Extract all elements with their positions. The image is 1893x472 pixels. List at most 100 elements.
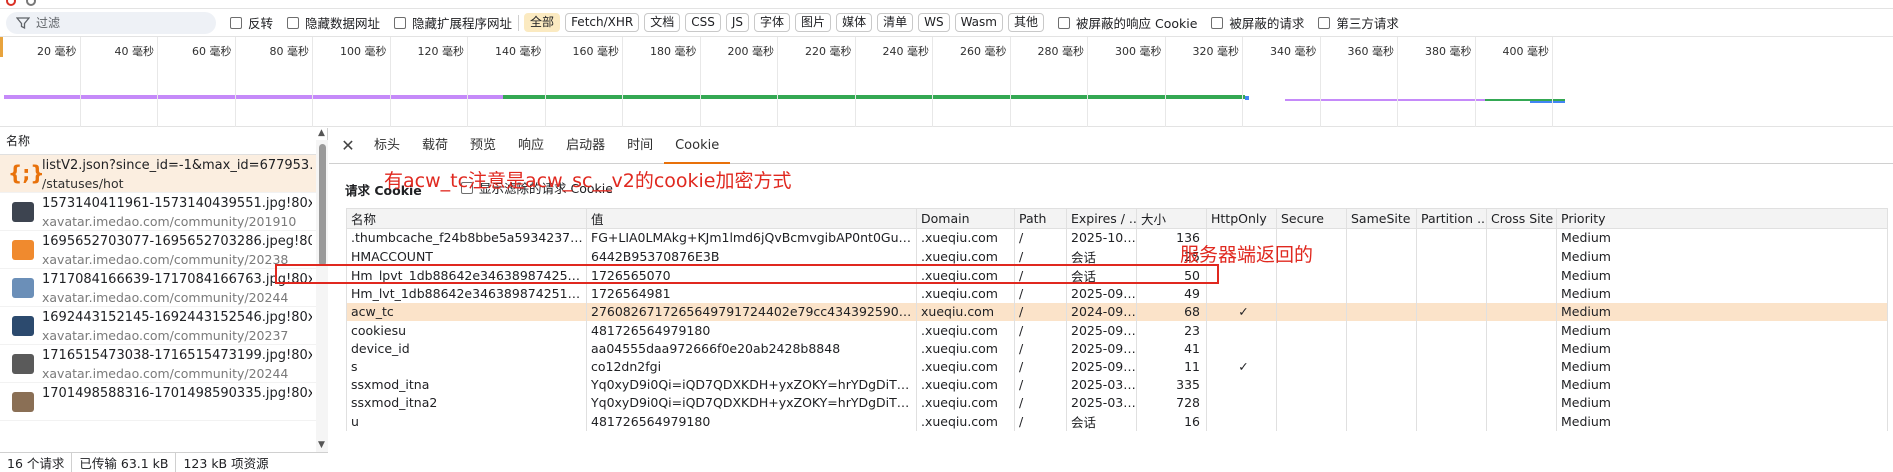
type-filter-4[interactable]: JS [725,13,750,32]
cookie-cell: 11 [1136,357,1207,376]
request-row[interactable]: 1701498588316-1701498590335.jpg!80x... [0,383,327,421]
record-icon[interactable] [6,0,16,6]
tab-0[interactable]: 标头 [363,128,411,164]
type-filter-2[interactable]: 文档 [644,13,681,32]
cookie-cell [1346,284,1417,303]
type-filter-11[interactable]: 其他 [1007,13,1044,32]
cookie-row[interactable]: u 481726564979180 .xueqiu.com / 会话 16 Medium [346,412,1888,431]
tab-2[interactable]: 预览 [459,128,507,164]
cookie-cell: Yq0xyD9i0Qi=iQD7QDXKDH+yxZOKY=hrYDgDiTn+… [586,375,917,394]
type-filter-8[interactable]: 清单 [877,13,914,32]
network-timeline[interactable]: 20 毫秒 40 毫秒 60 毫秒 80 毫秒 100 毫秒 120 毫秒 140 毫秒 16… [0,37,1893,127]
checkbox-icon[interactable] [287,16,300,29]
timeline-tick-label: 40 毫秒 [114,45,155,58]
checkbox-icon[interactable] [1211,16,1224,29]
checkbox-icon[interactable] [1318,16,1331,29]
cookie-row[interactable]: cookiesu 481726564979180 .xueqiu.com/2025-… [346,321,1888,340]
cookie-cell: Medium [1556,302,1888,322]
cookie-cell: Medium [1556,284,1888,303]
tab-5[interactable]: 时间 [616,128,664,164]
cookie-cell [1206,339,1277,358]
filter-option-2[interactable]: 隐藏扩展程序网址 [394,13,512,32]
scrollbar-thumb[interactable] [319,144,326,266]
cookie-row[interactable]: ssxmod_itna Yq0xyD9i0Qi=iQD7QDXKDH+yxZOKY… [346,375,1888,394]
column-header[interactable]: HttpOnly [1206,208,1277,229]
type-filter-1[interactable]: Fetch/XHR [565,13,640,32]
cookie-cell [1276,284,1347,303]
cookie-cell [1416,284,1487,303]
column-header[interactable]: Partition ... [1416,208,1487,229]
type-filter-5[interactable]: 字体 [754,13,791,32]
filter-input[interactable]: 过滤 [6,11,216,34]
cookie-row[interactable]: .thumbcache_f24b8bbe5a5934237bbc0ed...FG… [346,228,1888,247]
request-row[interactable]: 1573140411961-1573140439551.jpg!80x... xa… [0,193,327,231]
request-list-header[interactable]: 名称 [0,128,327,155]
cookie-cell: acw_tc [346,302,587,322]
filter-option-label: 隐藏数据网址 [305,16,381,31]
request-name: 1695652703077-1695652703286.jpeg!80... [42,234,312,249]
timeline-tick: 120 毫秒 [418,37,468,127]
cookie-cell: 2760826717265649791724402e79cc4343925904… [586,302,917,322]
request-row[interactable]: 1692443152145-1692443152546.jpg!80x... xa… [0,307,327,345]
cookie-cell [1276,265,1347,285]
cookie-row[interactable]: acw_tc 2760826717265649791724402e79cc4343… [346,302,1888,322]
checkbox-icon[interactable] [394,16,407,29]
request-row[interactable]: {;} listV2.json?since_id=-1&max_id=677953… [0,155,327,193]
cookie-cell [1416,393,1487,412]
cookie-cell [1486,412,1557,431]
timeline-tick-label: 220 毫秒 [805,45,852,58]
column-header[interactable]: Domain [916,208,1015,229]
tab-1[interactable]: 载荷 [411,128,459,164]
timeline-tick-label: 360 毫秒 [1347,45,1395,58]
column-header[interactable]: Cross Site [1486,208,1557,229]
tab-6[interactable]: Cookie [664,127,731,164]
cookie-row[interactable]: ssxmod_itna2 Yq0xyD9i0Qi=iQD7QDXKDH+yxZOK… [346,393,1888,412]
timeline-tick: 280 毫秒 [1038,37,1088,127]
timeline-tick-label: 200 毫秒 [727,45,775,58]
cookie-cell [1416,412,1487,431]
filter-option-1[interactable]: 隐藏数据网址 [287,13,380,32]
column-header[interactable]: Secure [1276,208,1347,229]
column-header[interactable]: Path [1014,208,1067,229]
filter-bar: 过滤 反转 隐藏数据网址 隐藏扩展程序网址 全部 Fetch/XHR 文档 CSS JS 字体… [0,9,1893,37]
cookie-cell: / [1014,284,1067,303]
scroll-up-icon[interactable]: ▲ [318,128,325,138]
type-filter-3[interactable]: CSS [685,13,721,32]
cookie-row[interactable]: device_id aa04555daa972666f0e20ab2428b884… [346,339,1888,358]
checkbox-icon[interactable] [1058,16,1070,29]
type-filter-6[interactable]: 图片 [795,13,832,32]
column-header[interactable]: 名称 [346,208,587,229]
cookie-row[interactable]: HMACCOUNT 6442B95370876E3B .xueqiu.com / 会话 2… [346,246,1888,266]
cookie-cell: 2025-09-... [1066,357,1137,376]
cookie-cell: Medium [1556,265,1888,285]
request-list-scrollbar[interactable]: ▲ ▼ [316,128,328,452]
timeline-bar-purple-2 [1285,99,1485,101]
timeline-tick: 400 毫秒 [1503,37,1553,127]
cookie-cell: Medium [1556,412,1888,431]
type-filter-10[interactable]: Wasm [954,13,1003,32]
tab-3[interactable]: 响应 [507,128,555,164]
column-header[interactable]: SameSite [1346,208,1417,229]
filter-option-0[interactable]: 反转 [230,13,273,32]
cookie-cell: .thumbcache_f24b8bbe5a5934237bbc0ed... [346,228,587,247]
column-header[interactable]: 大小 [1136,208,1207,229]
extra-option-2[interactable]: 第三方请求 [1318,13,1399,32]
type-filter-7[interactable]: 媒体 [836,13,873,32]
column-header[interactable]: Priority [1556,208,1888,229]
type-filter-0[interactable]: 全部 [524,13,561,32]
cookie-row[interactable]: s co12dn2fgi .xueqiu.com/2025-09-... 11 ✓ Med… [346,357,1888,376]
timeline-tick-label: 80 毫秒 [269,45,310,58]
extra-option-1[interactable]: 被屏蔽的请求 [1211,13,1304,32]
close-icon[interactable]: ✕ [333,136,363,155]
checkbox-icon[interactable] [230,16,242,29]
extra-option-0[interactable]: 被屏蔽的响应 Cookie [1058,13,1197,32]
tab-4[interactable]: 启动器 [555,128,616,164]
clear-icon[interactable] [26,0,36,6]
cookie-row[interactable]: Hm_lvt_1db88642e346389874251b5a1ede...17… [346,284,1888,303]
column-header[interactable]: 值 [586,208,917,229]
request-row[interactable]: 1716515473038-1716515473199.jpg!80x... xa… [0,345,327,383]
type-filter-9[interactable]: WS [918,13,950,32]
timeline-tick: 180 毫秒 [650,37,701,127]
column-header[interactable]: Expires / ... [1066,208,1137,229]
scroll-down-icon[interactable]: ▼ [318,440,325,450]
